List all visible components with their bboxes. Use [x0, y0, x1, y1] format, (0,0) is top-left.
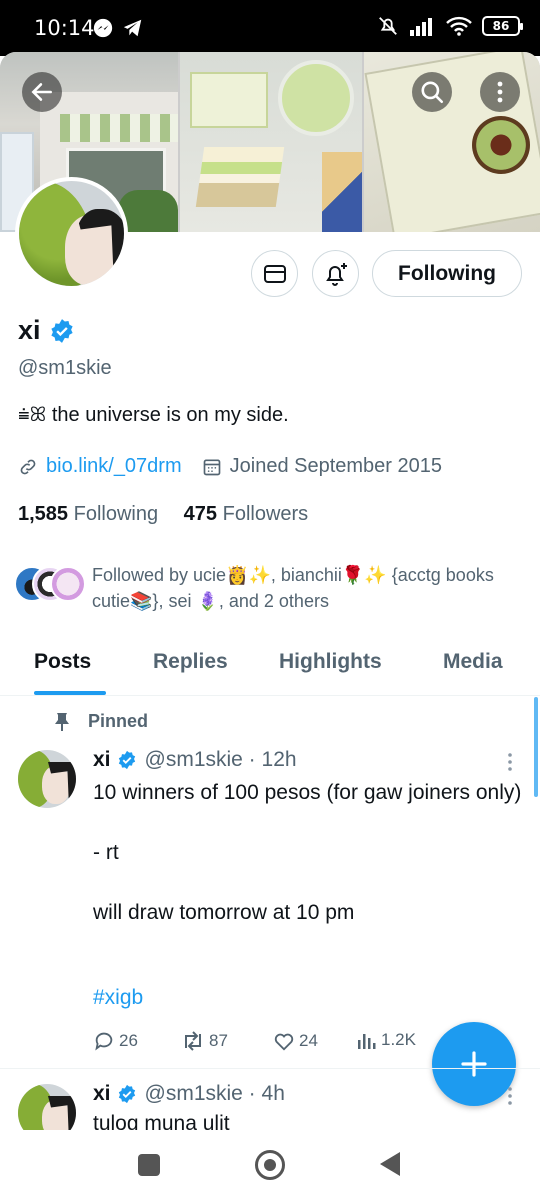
signal-icon	[410, 18, 432, 36]
profile-handle: @sm1skie	[18, 357, 112, 379]
post-more-button[interactable]	[506, 752, 514, 777]
tab-highlights[interactable]: Highlights	[279, 650, 382, 674]
heart-icon	[274, 1033, 294, 1051]
post-text: 10 winners of 100 pesos (for gaw joiners…	[93, 781, 522, 924]
home-button[interactable]	[255, 1150, 285, 1180]
profile-tabs: Posts Replies Highlights Media	[0, 630, 540, 696]
system-nav-bar	[0, 1130, 540, 1200]
profile-name: xi	[18, 315, 75, 346]
followers-count: 475	[183, 503, 218, 525]
status-time: 10:14	[34, 16, 95, 40]
calendar-icon	[203, 459, 220, 475]
recent-apps-button[interactable]	[138, 1154, 160, 1176]
messenger-icon	[93, 18, 113, 38]
like-button[interactable]: 24	[273, 1030, 318, 1052]
pin-icon	[55, 712, 69, 731]
envelope-icon	[263, 264, 286, 283]
followers-label: Followers	[222, 503, 309, 525]
profile-joined: Joined September 2015	[229, 455, 442, 477]
post-handle-time: @sm1skie · 12h	[144, 748, 297, 771]
profile-name-text: xi	[18, 315, 41, 345]
views-button[interactable]: 1.2K	[357, 1030, 416, 1050]
tab-media[interactable]: Media	[443, 650, 503, 674]
views-count: 1.2K	[381, 1030, 416, 1049]
notify-button[interactable]	[312, 250, 359, 297]
post-header: xi @sm1skie · 12h	[93, 748, 297, 772]
search-button[interactable]	[412, 72, 452, 112]
reply-button[interactable]: 26	[93, 1030, 138, 1052]
profile-counts: 1,585 Following 475 Followers	[18, 503, 308, 526]
status-notifications	[92, 17, 144, 39]
post-author-name[interactable]: xi	[93, 748, 111, 772]
tab-replies[interactable]: Replies	[153, 650, 228, 674]
repost-button[interactable]: 87	[181, 1030, 228, 1052]
pinned-label: Pinned	[54, 711, 148, 732]
post-handle-time: @sm1skie · 4h	[144, 1082, 285, 1105]
followed-by-avatars	[14, 566, 86, 606]
post-text: tulog muna ulit	[93, 1112, 230, 1130]
status-bar: 10:14 86	[0, 0, 540, 56]
repost-icon	[185, 1031, 201, 1051]
reply-count: 26	[119, 1031, 138, 1050]
compose-button[interactable]	[432, 1022, 516, 1106]
post-author-name[interactable]: xi	[93, 1082, 111, 1106]
more-vertical-icon	[508, 1087, 512, 1105]
system-back-button[interactable]	[380, 1152, 400, 1176]
following-count-link[interactable]: 1,585 Following	[18, 503, 158, 525]
repost-count: 87	[209, 1031, 228, 1050]
following-button[interactable]: Following	[372, 250, 522, 297]
arrow-left-icon	[31, 83, 52, 101]
profile-meta: bio.link/_07drm Joined September 2015	[18, 455, 442, 478]
link-icon	[20, 459, 36, 474]
following-label: Following	[73, 503, 159, 525]
more-options-button[interactable]	[480, 72, 520, 112]
mute-icon	[379, 17, 397, 35]
verified-badge-icon	[118, 750, 135, 770]
telegram-icon	[123, 19, 142, 37]
profile-bio: ⩧ꕤ the universe is on my side.	[18, 404, 289, 426]
profile-link[interactable]: bio.link/_07drm	[46, 455, 182, 478]
back-button[interactable]	[22, 72, 62, 112]
post-divider	[0, 1068, 540, 1069]
tab-posts[interactable]: Posts	[34, 650, 91, 674]
wifi-icon	[446, 16, 472, 36]
more-vertical-icon	[508, 753, 512, 771]
status-system-icons: 86	[376, 15, 523, 37]
pinned-text: Pinned	[88, 711, 149, 731]
profile-avatar[interactable]	[15, 177, 128, 290]
reply-icon	[95, 1032, 113, 1051]
banner-photo-collage	[180, 52, 362, 232]
more-vertical-icon	[497, 81, 503, 103]
search-icon	[421, 81, 444, 104]
post-header: xi @sm1skie · 4h	[93, 1082, 285, 1106]
post-hashtag[interactable]: #xigb	[93, 986, 143, 1010]
following-count: 1,585	[18, 503, 69, 525]
active-tab-indicator	[34, 691, 106, 695]
post-more-button[interactable]	[506, 1086, 514, 1111]
message-button[interactable]	[251, 250, 298, 297]
bell-plus-icon	[325, 262, 347, 286]
verified-badge-icon	[50, 318, 73, 343]
followed-by-text: Followed by ucie👸✨, bianchii🌹✨ {acctg bo…	[92, 565, 494, 611]
battery-icon: 86	[482, 16, 523, 36]
verified-badge-icon	[118, 1084, 135, 1104]
plus-icon	[461, 1051, 487, 1077]
like-count: 24	[299, 1031, 318, 1050]
post-avatar[interactable]	[18, 750, 76, 808]
scrollbar[interactable]	[534, 697, 538, 797]
mini-avatar	[50, 566, 86, 602]
views-icon	[358, 1034, 376, 1049]
followers-count-link[interactable]: 475 Followers	[184, 503, 309, 525]
